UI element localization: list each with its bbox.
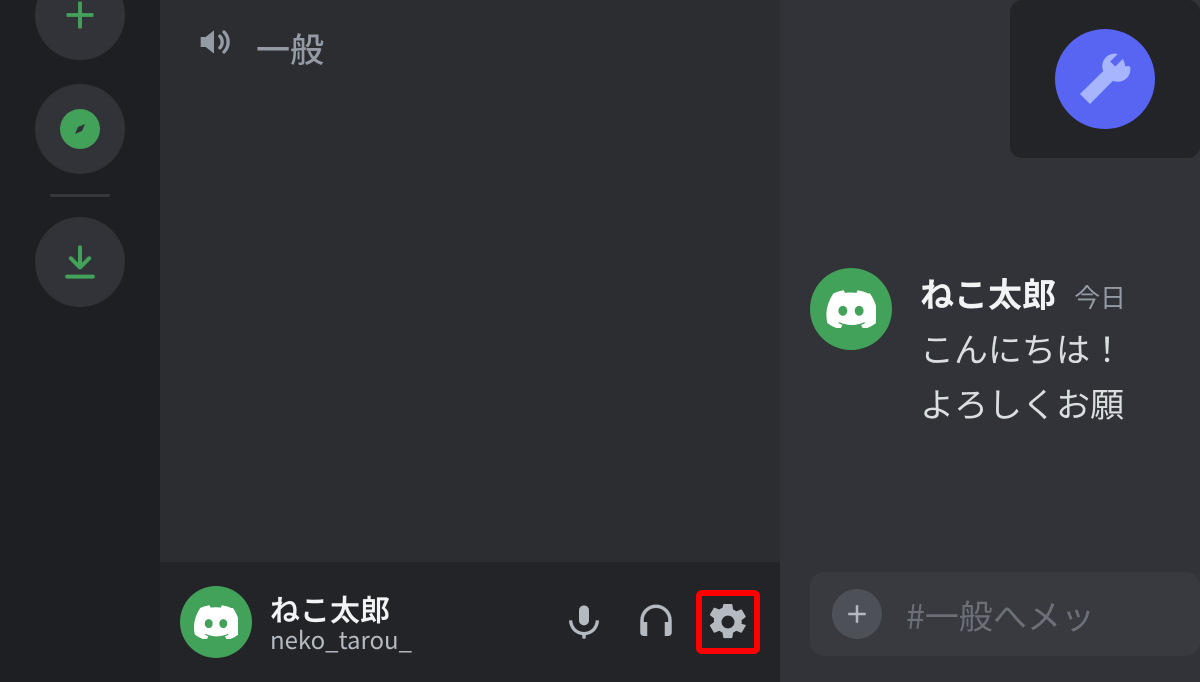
add-server-button[interactable] bbox=[35, 0, 125, 60]
wrench-icon bbox=[1075, 49, 1135, 109]
message-avatar[interactable] bbox=[810, 268, 892, 350]
explore-button[interactable] bbox=[35, 84, 125, 174]
message-line-2: よろしくお願 bbox=[920, 378, 1126, 427]
discord-logo-icon bbox=[826, 290, 876, 328]
user-settings-button[interactable] bbox=[696, 590, 760, 654]
gear-icon bbox=[706, 600, 750, 644]
message-author[interactable]: ねこ太郎 bbox=[920, 268, 1056, 317]
chat-message: ねこ太郎 今日 こんにちは！ よろしくお願 bbox=[810, 268, 1126, 427]
headphones-icon bbox=[635, 601, 677, 643]
chat-area: ねこ太郎 今日 こんにちは！ よろしくお願 #一般へメッ bbox=[780, 0, 1200, 682]
discord-logo-icon bbox=[194, 605, 238, 639]
rail-separator bbox=[50, 194, 110, 197]
welcome-card[interactable] bbox=[1010, 0, 1200, 158]
user-panel: ねこ太郎 neko_tarou_ bbox=[160, 562, 780, 682]
composer-placeholder: #一般へメッ bbox=[906, 590, 1095, 639]
mute-button[interactable] bbox=[552, 590, 616, 654]
download-icon bbox=[58, 240, 102, 284]
attach-button[interactable] bbox=[832, 589, 882, 639]
voice-channel-item[interactable]: 一般 bbox=[160, 8, 780, 86]
plus-icon bbox=[57, 0, 103, 38]
voice-channel-label: 一般 bbox=[256, 23, 324, 72]
message-line-1: こんにちは！ bbox=[920, 323, 1126, 372]
wrench-badge bbox=[1055, 29, 1155, 129]
download-button[interactable] bbox=[35, 217, 125, 307]
user-display-name: ねこ太郎 bbox=[270, 591, 412, 626]
plus-circle-icon bbox=[842, 599, 872, 629]
user-avatar[interactable] bbox=[180, 586, 252, 658]
channel-sidebar: 一般 ねこ太郎 neko_tarou_ bbox=[160, 0, 780, 682]
user-username: neko_tarou_ bbox=[270, 625, 412, 653]
channel-list: 一般 bbox=[160, 0, 780, 562]
compass-icon bbox=[56, 105, 104, 153]
deafen-button[interactable] bbox=[624, 590, 688, 654]
speaker-icon bbox=[194, 22, 234, 72]
message-timestamp: 今日 bbox=[1074, 278, 1126, 315]
user-identity[interactable]: ねこ太郎 neko_tarou_ bbox=[270, 591, 412, 653]
message-composer[interactable]: #一般へメッ bbox=[810, 572, 1200, 656]
microphone-icon bbox=[564, 602, 604, 642]
server-rail bbox=[0, 0, 160, 682]
